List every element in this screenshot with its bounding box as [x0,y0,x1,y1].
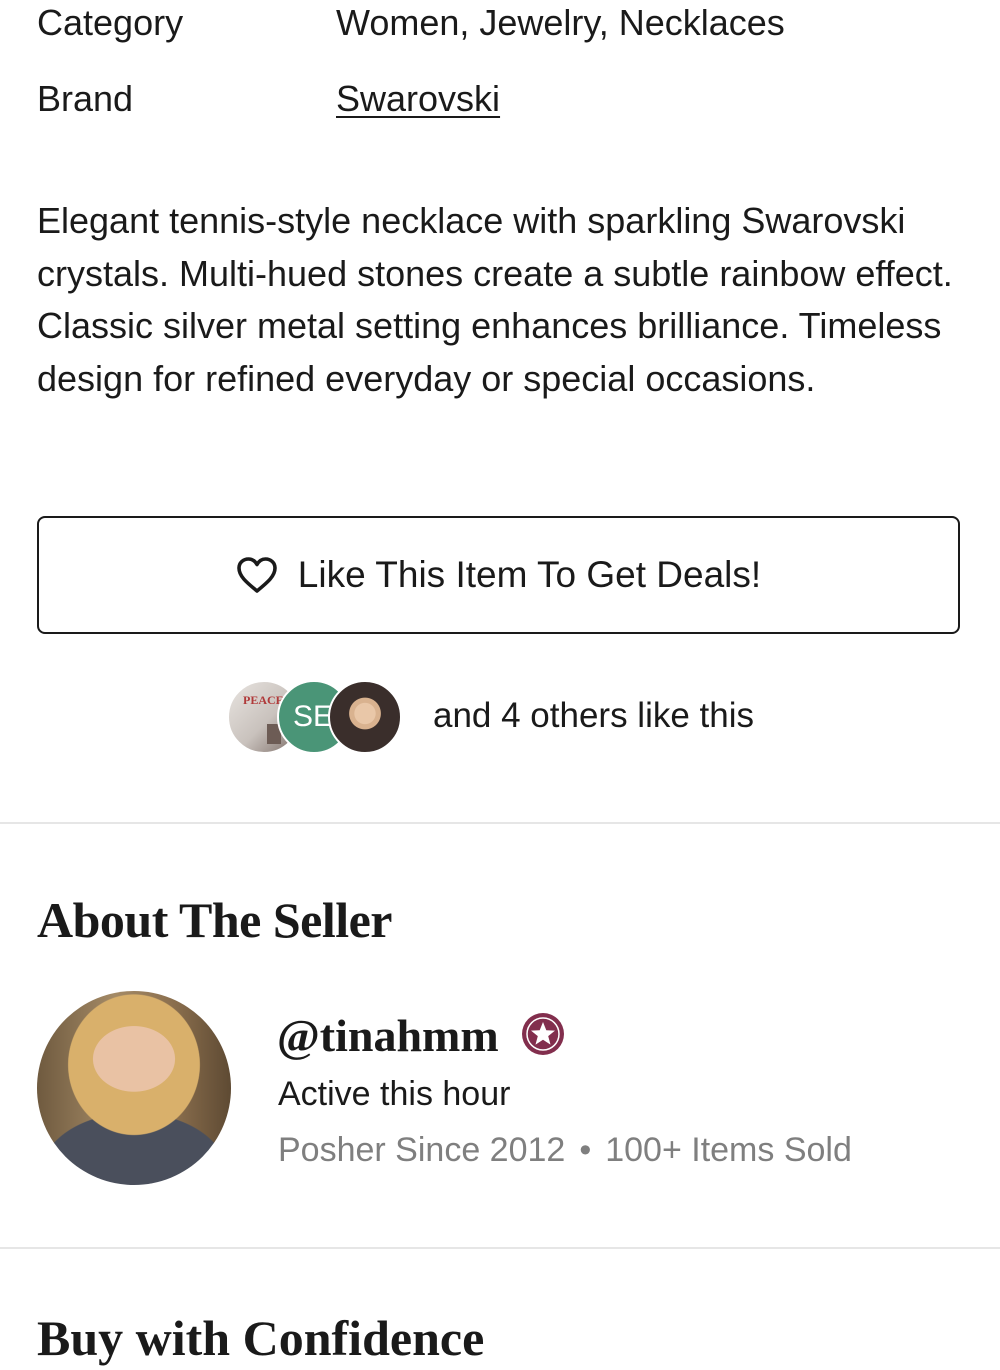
heart-outline-icon [236,556,278,594]
brand-label: Brand [37,78,134,119]
likers-summary[interactable]: PEACE & LOVE SE and 4 others like this [227,680,827,754]
likers-count-text[interactable]: and 4 others like this [433,694,754,738]
category-value[interactable]: Women, Jewelry, Necklaces [336,1,785,45]
section-divider [0,1247,1000,1249]
items-sold: 100+ Items Sold [605,1131,852,1169]
category-label: Category [37,2,184,43]
liker-avatar[interactable] [328,680,402,754]
posher-since: Posher Since 2012 [278,1131,566,1169]
brand-link[interactable]: Swarovski [336,77,500,121]
seller-activity-status: Active this hour [278,1075,511,1113]
listing-description: Elegant tennis-style necklace with spark… [37,200,953,399]
seller-handle[interactable]: @tinahmm [277,1006,499,1066]
buy-with-confidence-title: Buy with Confidence [37,1310,485,1366]
section-divider [0,822,1000,824]
seller-meta: Posher Since 2012 • 100+ Items Sold [278,1128,852,1172]
like-item-button[interactable]: Like This Item To Get Deals! [37,516,960,634]
seller-avatar[interactable] [37,991,231,1185]
meta-separator: • [579,1131,592,1169]
like-button-label: Like This Item To Get Deals! [297,554,762,595]
about-seller-title: About The Seller [37,892,393,948]
ambassador-star-icon [521,1012,565,1056]
